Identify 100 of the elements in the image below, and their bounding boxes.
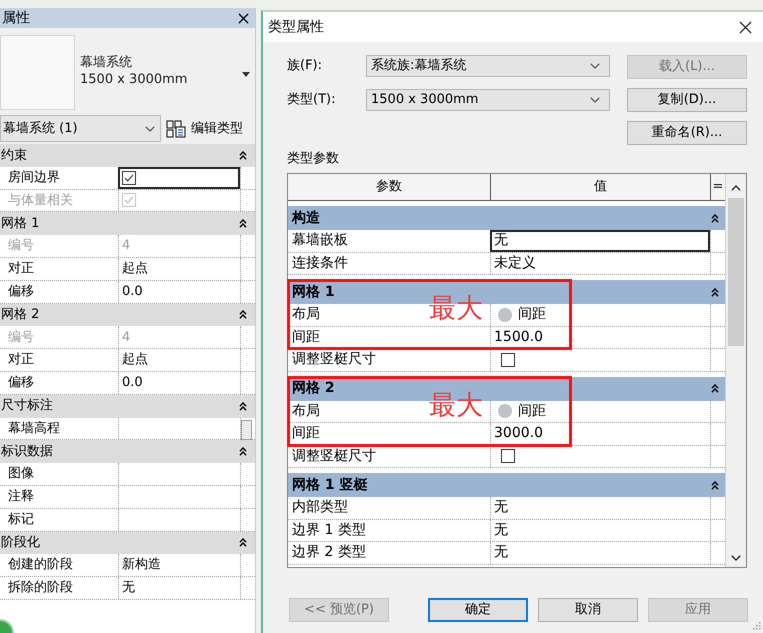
group-title: 网格 1 [292, 282, 335, 302]
group-title: 网格 1 竖梃 [292, 476, 368, 494]
checkmark-icon [124, 174, 134, 182]
scrollbar-thumb[interactable] [728, 198, 744, 346]
property-name: 与体量相关 [7, 192, 74, 210]
double-chevron-up-icon[interactable] [711, 480, 719, 490]
value-cell[interactable]: 起点 [118, 349, 240, 371]
type-selector[interactable]: 幕墙系统 1500 x 3000mm [0, 28, 255, 110]
dialog-button[interactable]: 取消 [538, 598, 638, 622]
chevron-down-icon [590, 97, 600, 103]
value-cell[interactable]: 间距 [490, 400, 710, 422]
value-cell[interactable]: 0.0 [118, 280, 240, 303]
group-title: 阶段化 [1, 534, 40, 552]
property-name: 对正 [7, 260, 35, 278]
dropdown-arrow-icon [242, 72, 250, 77]
parameter-name: 边界 1 类型 [292, 520, 366, 540]
value-cell[interactable]: 无 [490, 497, 710, 518]
property-name: 标记 [7, 510, 35, 529]
parameter-name: 间距 [292, 424, 320, 444]
property-name: 幕墙高程 [7, 420, 61, 438]
instance-filter-dropdown[interactable]: 幕墙系统 (1) [0, 115, 161, 142]
group-title: 标识数据 [1, 443, 53, 461]
value-cell[interactable]: 无 [490, 542, 710, 564]
parameter-name: 布局 [292, 305, 320, 324]
dialog-title: 类型属性 [268, 18, 324, 36]
property-name: 编号 [7, 328, 35, 347]
value-cell[interactable]: 3000.0 [490, 423, 710, 444]
close-icon[interactable] [238, 12, 249, 24]
type-dropdown[interactable]: 1500 x 3000mm [366, 89, 610, 111]
panel-title: 属性 [2, 8, 30, 28]
property-name: 对正 [7, 351, 35, 370]
chevron-down-icon [590, 63, 600, 69]
value-cell[interactable]: 间距 [490, 304, 710, 326]
parameter-name: 内部类型 [292, 498, 348, 518]
value-cell[interactable] [118, 166, 240, 189]
checkbox[interactable] [501, 449, 515, 464]
double-chevron-up-icon[interactable] [239, 447, 247, 456]
type-name: 1500 x 3000mm [80, 71, 188, 88]
scrollbar-thumb[interactable] [241, 420, 252, 440]
property-name: 拆除的阶段 [7, 579, 74, 598]
resize-grip-icon[interactable] [752, 621, 761, 630]
family-dropdown[interactable]: 系统族:幕墙系统 [366, 55, 610, 77]
group-header[interactable]: 构造 [288, 206, 725, 230]
close-icon[interactable] [739, 20, 752, 34]
group-header[interactable]: 网格 1 竖梃 [288, 473, 725, 497]
group-header[interactable]: 尺寸标注 [0, 394, 255, 418]
column-header[interactable]: 参数 [288, 174, 490, 200]
property-name: 房间边界 [7, 168, 61, 187]
dialog-button[interactable]: 重命名(R)... [627, 121, 747, 145]
section-label: 类型参数 [287, 150, 340, 167]
chevron-down-icon [145, 126, 155, 132]
group-header[interactable]: 网格 2 [0, 304, 255, 326]
group-title: 网格 1 [1, 215, 40, 234]
double-chevron-up-icon[interactable] [711, 384, 719, 393]
checkbox[interactable] [501, 352, 515, 367]
field-label: 族(F): [287, 57, 324, 76]
double-chevron-up-icon[interactable] [711, 288, 719, 296]
dialog-button[interactable]: 确定 [428, 598, 528, 622]
parameter-name: 边界 2 类型 [292, 543, 366, 562]
group-header[interactable]: 标识数据 [0, 440, 255, 464]
parameter-name: 幕墙嵌板 [292, 231, 348, 250]
value-cell[interactable]: 新构造 [118, 554, 240, 576]
group-header[interactable]: 约束 [0, 144, 255, 167]
parameter-name: 调整竖梃尺寸 [292, 446, 376, 466]
chevron-up-icon[interactable] [731, 185, 741, 191]
double-chevron-up-icon[interactable] [239, 402, 247, 411]
value-cell[interactable]: 无 [118, 577, 240, 599]
double-chevron-up-icon[interactable] [239, 538, 247, 548]
double-chevron-up-icon[interactable] [239, 219, 247, 228]
group-title: 约束 [1, 146, 27, 165]
property-name: 图像 [7, 465, 35, 484]
smudge-icon [498, 404, 512, 418]
family-name: 幕墙系统 [80, 54, 133, 71]
group-title: 网格 2 [1, 306, 40, 324]
dialog-button[interactable]: 复制(D)... [627, 88, 747, 112]
property-name: 创建的阶段 [7, 556, 74, 574]
value-cell[interactable]: 无 [490, 230, 710, 252]
group-title: 网格 2 [292, 379, 335, 398]
group-header[interactable]: 阶段化 [0, 532, 255, 554]
property-name: 注释 [7, 488, 35, 506]
parameter-name: 间距 [292, 328, 320, 347]
double-chevron-up-icon[interactable] [711, 214, 719, 222]
value-cell[interactable]: 无 [490, 520, 710, 541]
chevron-down-icon[interactable] [731, 555, 741, 561]
scrollbar[interactable] [725, 174, 746, 567]
value-cell[interactable]: 1500.0 [490, 326, 710, 348]
column-header[interactable]: = [710, 174, 725, 200]
field-label: 类型(T): [287, 91, 336, 110]
double-chevron-up-icon[interactable] [239, 310, 247, 320]
parameter-name: 调整竖梃尺寸 [292, 350, 376, 370]
property-name: 编号 [7, 237, 35, 256]
value-cell[interactable]: 未定义 [490, 252, 710, 274]
value-cell[interactable]: 起点 [118, 258, 240, 280]
property-name: 偏移 [7, 282, 35, 301]
column-header[interactable]: 值 [490, 174, 710, 200]
double-chevron-up-icon[interactable] [239, 150, 247, 160]
value-cell[interactable]: 0.0 [118, 372, 240, 394]
group-header[interactable]: 网格 1 [0, 212, 255, 236]
checkbox[interactable] [122, 170, 136, 185]
group-title: 尺寸标注 [1, 397, 53, 416]
